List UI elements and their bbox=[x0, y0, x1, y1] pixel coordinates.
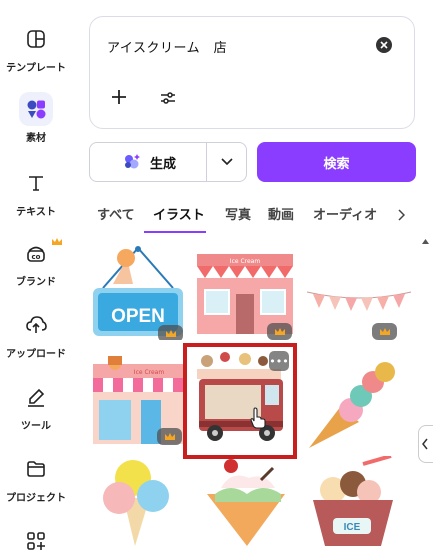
sidebar-item-label: アップロード bbox=[6, 349, 66, 360]
text-icon bbox=[19, 166, 53, 200]
tab-audio[interactable]: オーディオ bbox=[313, 204, 377, 223]
filter-button[interactable] bbox=[160, 90, 176, 109]
upload-icon bbox=[19, 308, 53, 342]
magic-generate-icon bbox=[124, 154, 140, 169]
shop-sign-text-2: Ice Cream bbox=[134, 369, 165, 376]
premium-crown-badge bbox=[372, 323, 397, 340]
sidebar-item-text[interactable]: テキスト bbox=[0, 166, 72, 218]
sidebar-item-templates[interactable]: テンプレート bbox=[0, 22, 72, 74]
result-tile-ice-cream-shop-pink[interactable]: Ice Cream bbox=[195, 248, 295, 340]
svg-text:co: co bbox=[32, 253, 41, 261]
sidebar-item-brand[interactable]: co ブランド bbox=[0, 236, 72, 288]
sidebar-item-label: 素材 bbox=[26, 133, 46, 144]
active-tab-indicator bbox=[144, 231, 206, 233]
sidebar: テンプレート 素材 テキスト co ブランド アップロード ツール プロジェクト bbox=[0, 0, 72, 550]
crown-icon bbox=[379, 327, 390, 335]
result-tile-ice-cream-cone[interactable] bbox=[303, 362, 407, 452]
sundae-label-text: ICE bbox=[344, 522, 361, 533]
sidebar-item-label: ツール bbox=[21, 421, 51, 432]
category-tabs: すべて イラスト 写真 動画 オーディオ bbox=[89, 200, 433, 234]
result-tile-double-scoop-cone[interactable] bbox=[93, 460, 189, 546]
tools-icon bbox=[19, 380, 53, 414]
crown-icon bbox=[164, 432, 175, 440]
crown-icon bbox=[51, 232, 63, 251]
sidebar-item-label: ブランド bbox=[16, 277, 56, 288]
sidebar-item-apps[interactable] bbox=[0, 524, 72, 558]
apps-icon bbox=[19, 524, 53, 558]
result-tile-ice-sundae-cup[interactable]: ICE bbox=[303, 456, 401, 546]
tabs-scroll-right-button[interactable] bbox=[397, 206, 406, 225]
sidebar-item-label: テキスト bbox=[16, 207, 56, 218]
result-tile-ice-cream-garland[interactable] bbox=[303, 248, 415, 340]
sidebar-item-label: テンプレート bbox=[6, 63, 66, 74]
selection-highlight-box bbox=[183, 343, 297, 459]
plus-icon bbox=[112, 90, 126, 104]
search-panel: アイスクリーム 店 bbox=[89, 16, 415, 129]
elements-icon bbox=[19, 92, 53, 126]
generate-button-group: 生成 bbox=[89, 142, 247, 182]
crown-icon bbox=[165, 329, 176, 337]
garland-illustration bbox=[306, 291, 412, 311]
tab-all[interactable]: すべて bbox=[97, 204, 135, 223]
search-button[interactable]: 検索 bbox=[257, 142, 416, 182]
generate-label: 生成 bbox=[149, 156, 176, 172]
clear-search-button[interactable] bbox=[376, 37, 392, 53]
tab-photos[interactable]: 写真 bbox=[225, 204, 251, 223]
close-icon bbox=[380, 41, 388, 49]
chevron-down-icon bbox=[220, 158, 233, 166]
tab-illustrations[interactable]: イラスト bbox=[153, 204, 205, 223]
crown-icon bbox=[274, 327, 285, 335]
open-sign-text: OPEN bbox=[111, 306, 165, 327]
filter-sliders-icon bbox=[161, 92, 175, 104]
template-icon bbox=[19, 22, 53, 56]
result-tile-open-sign[interactable]: OPEN bbox=[89, 244, 187, 340]
double-scoop-illustration bbox=[103, 460, 169, 546]
generate-button[interactable]: 生成 bbox=[90, 143, 207, 181]
sidebar-item-elements[interactable]: 素材 bbox=[0, 92, 72, 144]
brand-icon: co bbox=[19, 236, 53, 270]
folder-icon bbox=[19, 452, 53, 486]
result-tile-cherry-cone[interactable] bbox=[201, 458, 297, 546]
add-button[interactable] bbox=[110, 88, 128, 110]
results-scrollbar[interactable] bbox=[418, 232, 433, 546]
chevron-left-icon bbox=[422, 438, 428, 450]
panel-collapse-handle[interactable] bbox=[418, 425, 433, 463]
ice-cream-cone-illustration bbox=[309, 362, 395, 448]
chevron-right-icon bbox=[398, 209, 406, 221]
sidebar-item-tools[interactable]: ツール bbox=[0, 380, 72, 432]
cherry-cone-illustration bbox=[207, 459, 285, 546]
shop-sign-text: Ice Cream bbox=[230, 258, 261, 265]
tab-videos[interactable]: 動画 bbox=[268, 204, 294, 223]
premium-crown-badge bbox=[158, 325, 183, 340]
sundae-cup-illustration: ICE bbox=[313, 456, 393, 546]
result-tile-ice-cream-shop-awning[interactable]: Ice Cream bbox=[89, 350, 189, 448]
premium-crown-badge bbox=[267, 323, 292, 340]
search-input[interactable]: アイスクリーム 店 bbox=[107, 37, 227, 56]
sidebar-item-label: プロジェクト bbox=[6, 493, 66, 504]
sidebar-item-uploads[interactable]: アップロード bbox=[0, 308, 72, 360]
generate-dropdown-button[interactable] bbox=[207, 143, 246, 181]
sidebar-item-projects[interactable]: プロジェクト bbox=[0, 452, 72, 504]
premium-crown-badge bbox=[157, 428, 182, 445]
scroll-up-arrow-icon bbox=[422, 239, 429, 244]
